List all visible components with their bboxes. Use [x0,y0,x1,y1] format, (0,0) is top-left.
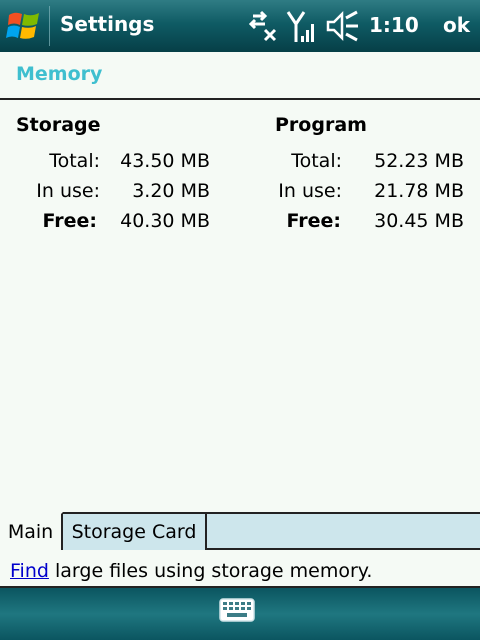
program-in-use-value: 21.78 MB [374,180,464,202]
windows-start-icon [6,12,39,39]
storage-total-label: Total: [49,150,100,172]
keyboard-button[interactable] [219,598,255,624]
title-bar: Settings 1:10 ok [0,0,480,52]
keyboard-icon [219,598,255,622]
program-heading: Program [275,114,367,136]
page-header: Memory [0,52,480,100]
tab-main[interactable]: Main [0,512,63,550]
program-total-label: Total: [291,150,342,172]
find-bar: Find large files using storage memory. [0,550,480,588]
page-title: Memory [16,63,103,85]
clock-time[interactable]: 1:10 [369,13,419,37]
start-button[interactable] [0,0,50,52]
storage-in-use-label: In use: [36,180,100,202]
storage-free-label: Free: [42,210,97,232]
app-title: Settings [60,12,155,36]
find-description: large files using storage memory. [55,560,373,582]
ok-button[interactable]: ok [443,13,470,37]
storage-in-use-value: 3.20 MB [132,180,210,202]
title-divider [49,6,50,46]
storage-heading: Storage [16,114,101,136]
connectivity-icon[interactable] [245,10,279,46]
storage-free-value: 40.30 MB [120,210,210,232]
softkey-bar [0,588,480,640]
program-total-value: 52.23 MB [374,150,464,172]
screen: Settings 1:10 ok Memory Storage Total: 4… [0,0,480,640]
tab-storage-card[interactable]: Storage Card [63,512,207,550]
tab-bar: Main Storage Card [0,512,480,550]
speaker-mute-icon[interactable] [326,10,360,46]
storage-total-value: 43.50 MB [120,150,210,172]
program-in-use-label: In use: [278,180,342,202]
signal-strength-icon[interactable] [286,10,316,48]
memory-panel: Storage Total: 43.50 MB In use: 3.20 MB … [0,100,480,512]
program-free-label: Free: [286,210,341,232]
find-link[interactable]: Find [10,560,49,582]
program-free-value: 30.45 MB [374,210,464,232]
